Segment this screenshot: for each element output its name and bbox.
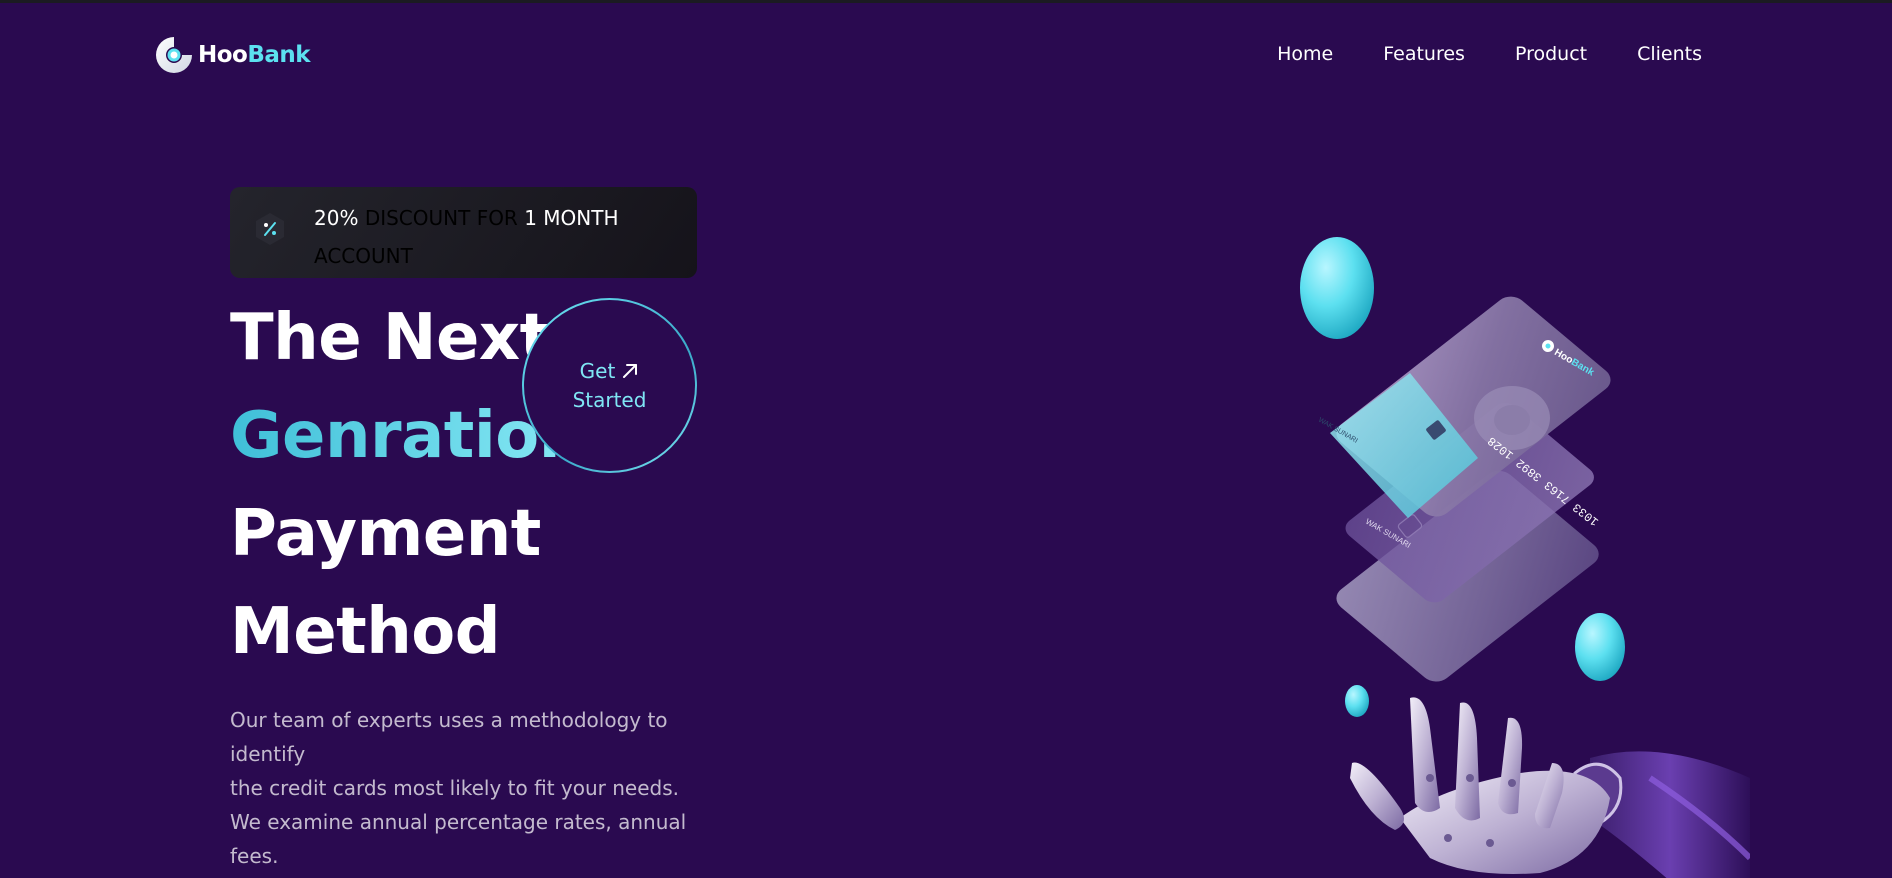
hero-illustration: WAK SUNARI 1033 7163 3892 1028 HooBank W… — [1290, 218, 1753, 878]
orb-medium — [1575, 613, 1625, 681]
nav-item-product[interactable]: Product — [1515, 43, 1587, 65]
arrow-up-right-icon — [623, 364, 638, 378]
hero-description-line3: We examine annual percentage rates, annu… — [230, 810, 687, 868]
discount-badge — [252, 211, 288, 247]
get-started-line2: Started — [572, 387, 647, 412]
hero-description-line1: Our team of experts uses a methodology t… — [230, 708, 668, 766]
orb-large — [1300, 237, 1374, 339]
hero-title-line3: Payment — [230, 497, 541, 571]
discount-percent: 20% — [314, 206, 359, 230]
discount-text: 20% DISCOUNT FOR 1 MONTH ACCOUNT — [314, 199, 674, 275]
brand-name-part2: Bank — [247, 42, 311, 68]
brand-logo[interactable]: HooBank — [154, 33, 311, 77]
robot-hand — [1350, 697, 1753, 878]
get-started-inner: Get Started — [524, 300, 695, 471]
cards-and-robot-hand-image: WAK SUNARI 1033 7163 3892 1028 HooBank W… — [1300, 237, 1753, 878]
discount-trailing-text: ACCOUNT — [314, 244, 413, 268]
discount-percent-icon — [256, 213, 284, 245]
hero-title-line4: Method — [230, 595, 501, 669]
nav-item-home[interactable]: Home — [1277, 43, 1333, 65]
nav-item-features[interactable]: Features — [1383, 43, 1465, 65]
brand-name-part1: Hoo — [198, 42, 248, 68]
navbar: HooBank Home Features Product Clients — [154, 33, 1702, 81]
discount-banner: 20% DISCOUNT FOR 1 MONTH ACCOUNT — [230, 187, 697, 278]
get-started-line1: Get — [579, 358, 616, 383]
get-started-button[interactable]: Get Started — [522, 298, 697, 473]
get-started-row: Get — [580, 357, 640, 386]
orb-small — [1345, 685, 1369, 717]
discount-duration: 1 MONTH — [524, 206, 619, 230]
hoobank-logo-icon — [156, 37, 192, 73]
discount-middle-text: DISCOUNT FOR — [364, 206, 518, 230]
hero-description-line2: the credit cards most likely to fit your… — [230, 776, 680, 800]
nav-item-clients[interactable]: Clients — [1637, 43, 1702, 65]
hero-description: Our team of experts uses a methodology t… — [230, 703, 690, 873]
brand-name: HooBank — [198, 42, 311, 68]
nav-links: Home Features Product Clients — [1277, 43, 1702, 65]
